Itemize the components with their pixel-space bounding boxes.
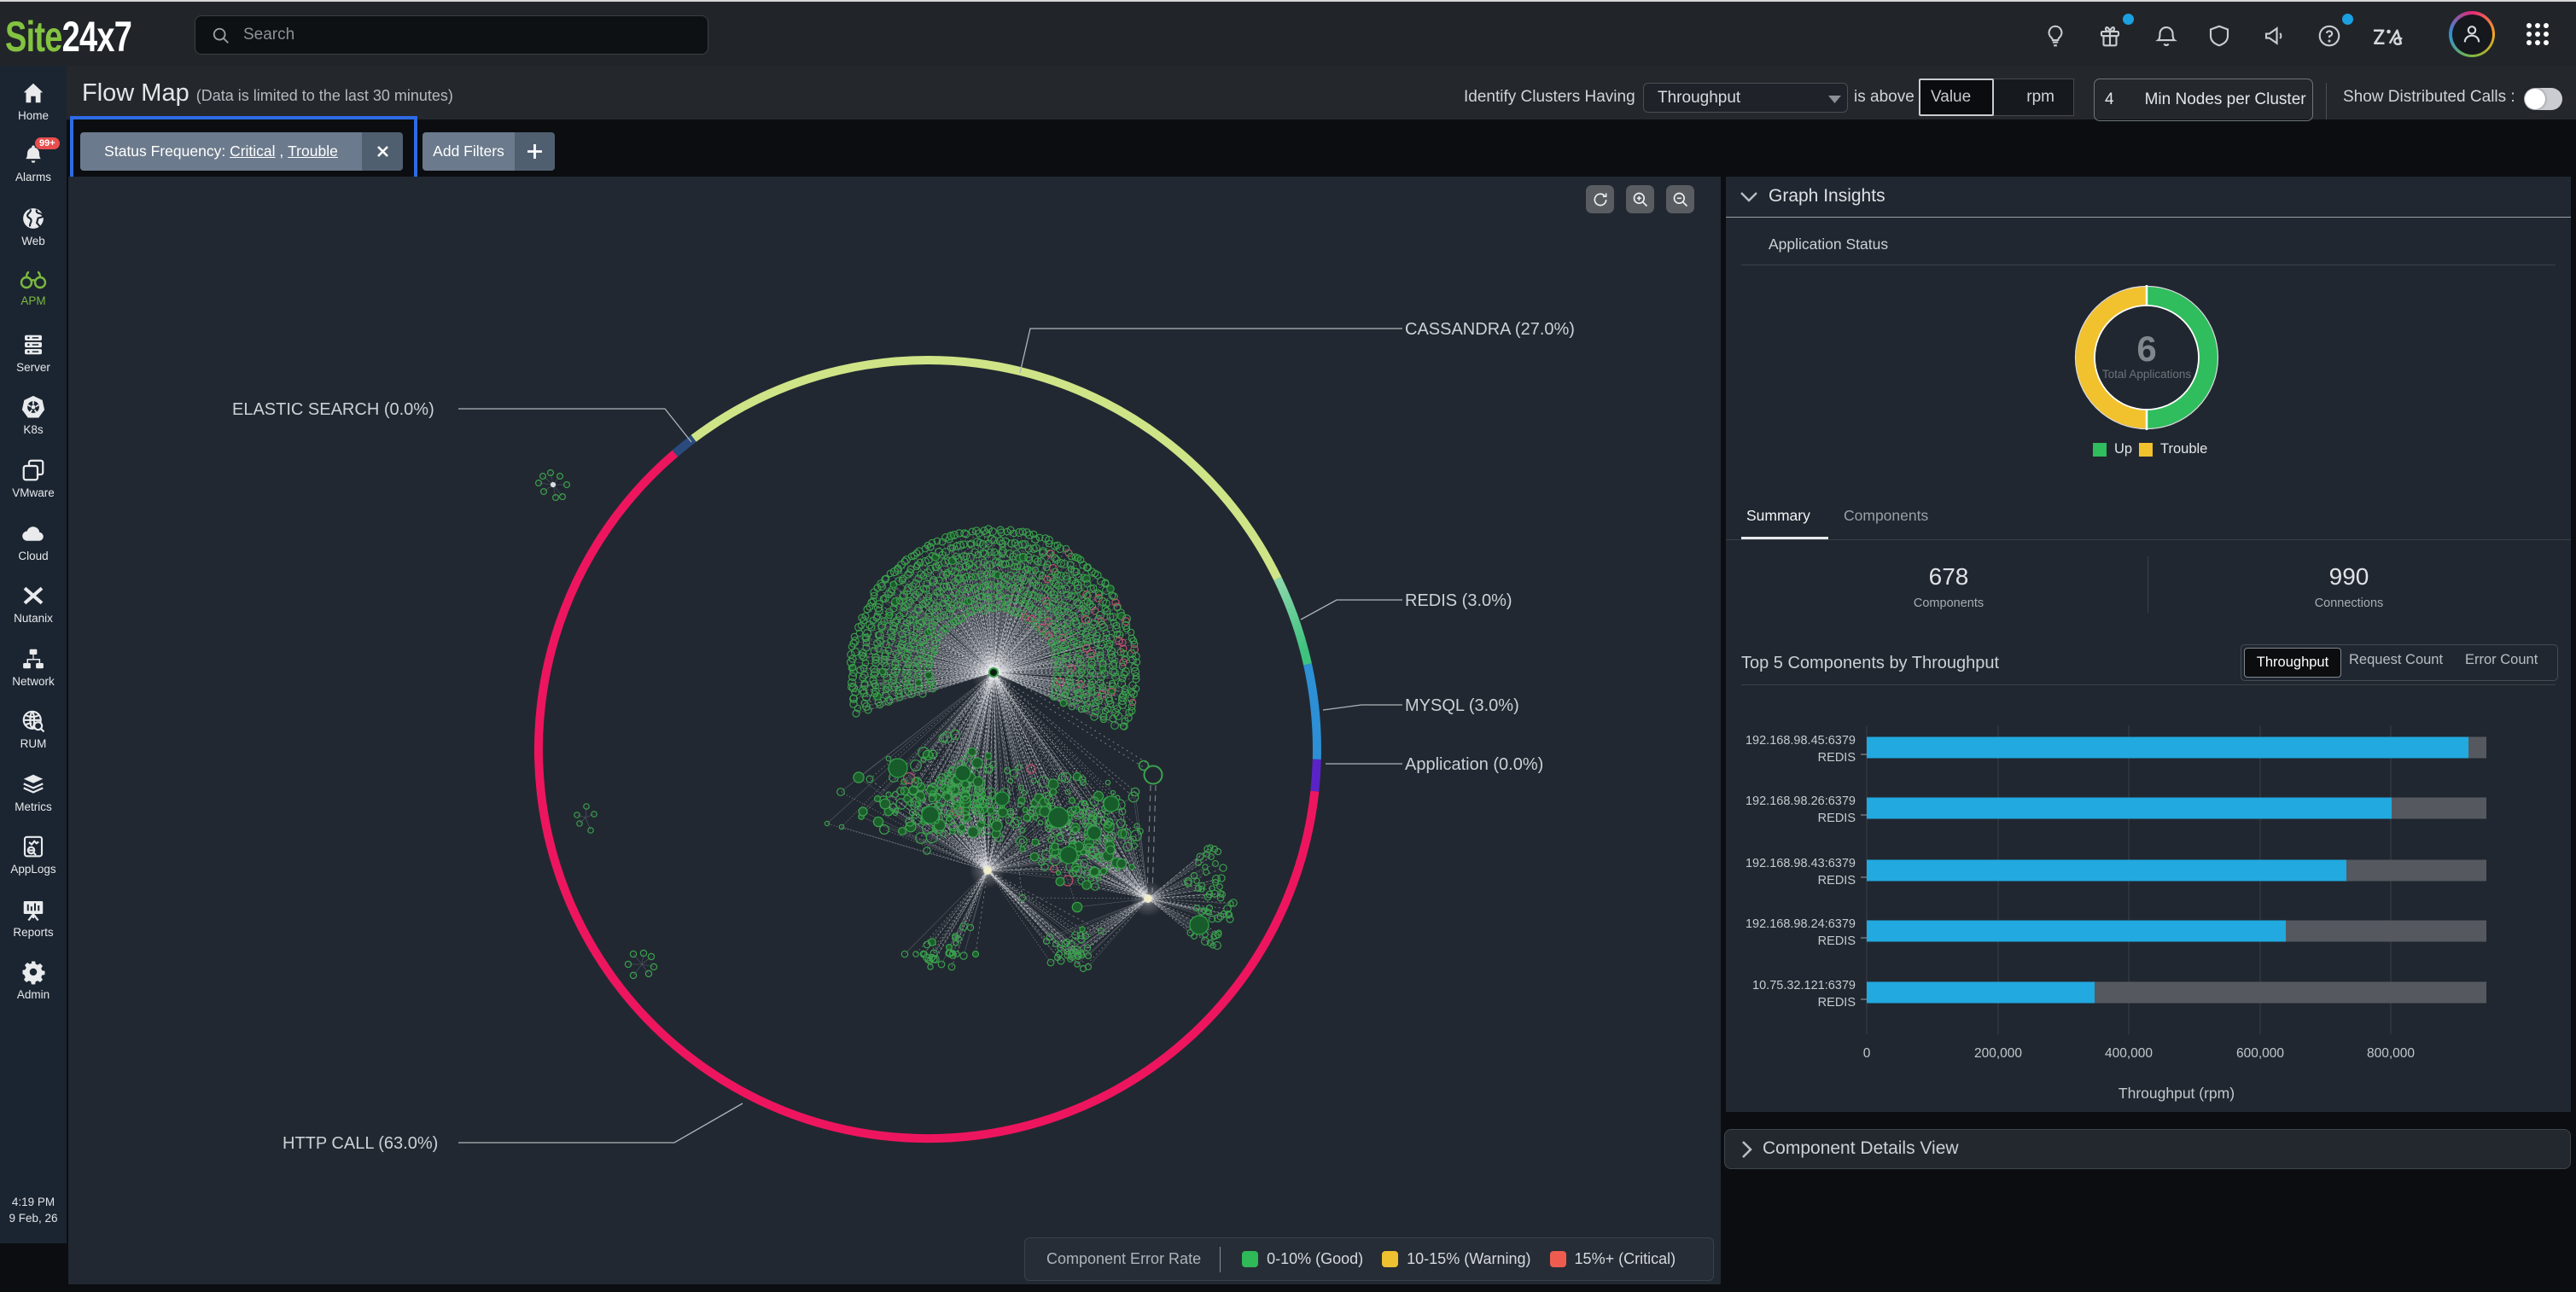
svg-text:600,000: 600,000 [2236,1046,2284,1061]
svg-text:CASSANDRA (27.0%): CASSANDRA (27.0%) [1405,320,1575,339]
svg-text:Throughput (rpm): Throughput (rpm) [2118,1085,2235,1102]
svg-text:REDIS: REDIS [1818,812,1856,825]
svg-text:MYSQL (3.0%): MYSQL (3.0%) [1405,696,1519,715]
svg-text:192.168.98.45:6379: 192.168.98.45:6379 [1746,734,1856,748]
svg-text:HTTP CALL (63.0%): HTTP CALL (63.0%) [283,1134,438,1153]
svg-text:REDIS: REDIS [1818,934,1856,948]
svg-text:Application (0.0%): Application (0.0%) [1405,755,1543,774]
svg-text:200,000: 200,000 [1974,1046,2022,1061]
svg-text:400,000: 400,000 [2105,1046,2153,1061]
svg-text:REDIS: REDIS [1818,874,1856,888]
svg-text:192.168.98.43:6379: 192.168.98.43:6379 [1746,857,1856,870]
svg-text:REDIS (3.0%): REDIS (3.0%) [1405,591,1512,610]
svg-text:REDIS: REDIS [1818,996,1856,1010]
svg-text:192.168.98.24:6379: 192.168.98.24:6379 [1746,917,1856,931]
svg-text:REDIS: REDIS [1818,751,1856,765]
svg-text:0: 0 [1863,1046,1871,1061]
svg-text:192.168.98.26:6379: 192.168.98.26:6379 [1746,794,1856,808]
svg-text:10.75.32.121:6379: 10.75.32.121:6379 [1752,979,1856,992]
svg-text:800,000: 800,000 [2367,1046,2415,1061]
svg-text:ELASTIC SEARCH (0.0%): ELASTIC SEARCH (0.0%) [232,400,434,419]
